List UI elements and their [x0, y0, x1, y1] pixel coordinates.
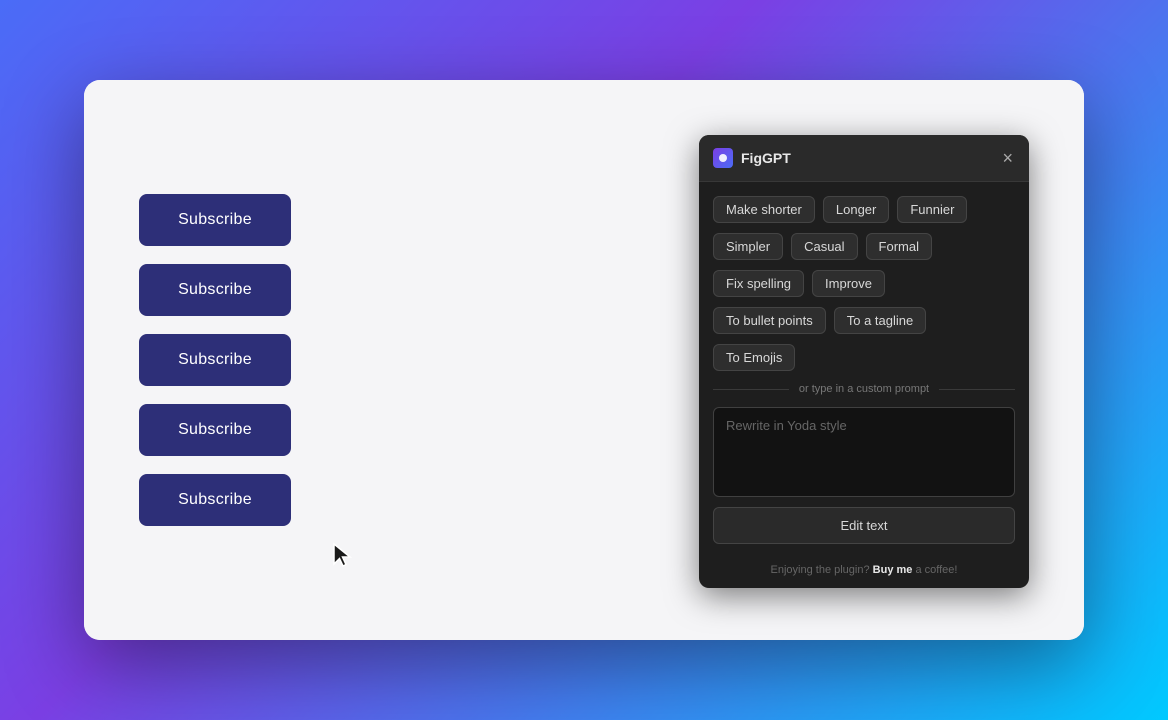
tag-make-shorter[interactable]: Make shorter	[713, 196, 815, 223]
tag-simpler[interactable]: Simpler	[713, 233, 783, 260]
footer-text: Enjoying the plugin? Buy me a coffee!	[699, 558, 1029, 588]
tag-fix-spelling[interactable]: Fix spelling	[713, 270, 804, 297]
tag-bullet-points[interactable]: To bullet points	[713, 307, 826, 334]
figma-logo-icon	[713, 148, 733, 168]
footer-suffix: a coffee!	[915, 564, 957, 576]
subscribe-button-4[interactable]: Subscribe	[139, 404, 291, 456]
tag-row-1: Make shorter Longer Funnier	[713, 196, 1015, 223]
divider-row: or type in a custom prompt	[713, 383, 1015, 395]
subscribe-button-5[interactable]: Subscribe	[139, 474, 291, 526]
divider-text: or type in a custom prompt	[799, 383, 929, 395]
close-button[interactable]: ×	[1000, 147, 1015, 169]
subscribe-button-3[interactable]: Subscribe	[139, 334, 291, 386]
panel-header: FigGPT ×	[699, 135, 1029, 182]
tag-funnier[interactable]: Funnier	[897, 196, 967, 223]
tag-improve[interactable]: Improve	[812, 270, 885, 297]
divider-line-left	[713, 389, 789, 390]
tag-formal[interactable]: Formal	[866, 233, 932, 260]
plugin-panel: FigGPT × Make shorter Longer Funnier Sim…	[699, 135, 1029, 588]
footer-static: Enjoying the plugin?	[771, 564, 870, 576]
tag-emojis[interactable]: To Emojis	[713, 344, 795, 371]
tag-row-5: To Emojis	[713, 344, 1015, 371]
tag-row-4: To bullet points To a tagline	[713, 307, 1015, 334]
divider-line-right	[939, 389, 1015, 390]
subscribe-button-2[interactable]: Subscribe	[139, 264, 291, 316]
tag-casual[interactable]: Casual	[791, 233, 857, 260]
tag-tagline[interactable]: To a tagline	[834, 307, 927, 334]
panel-body: Make shorter Longer Funnier Simpler Casu…	[699, 182, 1029, 558]
edit-text-button[interactable]: Edit text	[713, 507, 1015, 544]
tag-longer[interactable]: Longer	[823, 196, 889, 223]
subscribe-button-1[interactable]: Subscribe	[139, 194, 291, 246]
panel-header-left: FigGPT	[713, 148, 791, 168]
app-window: Subscribe Subscribe Subscribe Subscribe …	[84, 80, 1084, 640]
tag-row-2: Simpler Casual Formal	[713, 233, 1015, 260]
tag-row-3: Fix spelling Improve	[713, 270, 1015, 297]
panel-title: FigGPT	[741, 150, 791, 166]
custom-prompt-input[interactable]	[713, 407, 1015, 497]
buy-me-link[interactable]: Buy me	[873, 564, 913, 576]
